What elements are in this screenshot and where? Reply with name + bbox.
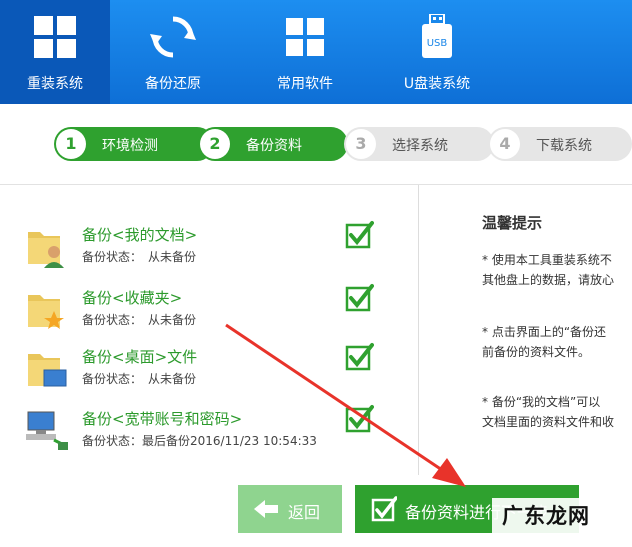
watermark-text: 广东龙网 — [492, 498, 600, 534]
usb-drive-icon: USB — [422, 14, 452, 58]
backup-checkbox[interactable] — [344, 283, 374, 313]
back-button[interactable]: 返回 — [238, 485, 342, 533]
step-number: 1 — [56, 129, 86, 159]
nav-tab-label: 常用软件 — [277, 76, 333, 92]
nav-tab-usb-install[interactable]: USB U盘装系统 — [382, 0, 492, 104]
backup-checkbox[interactable] — [344, 404, 374, 434]
backup-item-favorites: 备份<收藏夹> 备份状态： 从未备份 — [24, 283, 404, 343]
step-select-system: 3 选择系统 — [344, 127, 494, 161]
backup-item-status: 备份状态： 从未备份 — [82, 372, 197, 386]
step-backup-data: 2 备份资料 — [198, 127, 348, 161]
backup-checkbox[interactable] — [344, 220, 374, 250]
step-number: 4 — [490, 129, 520, 159]
step-label: 下载系统 — [536, 138, 592, 154]
step-environment-check: 1 环境检测 — [54, 127, 214, 161]
backup-item-status: 备份状态： 从未备份 — [82, 313, 197, 327]
backup-item-broadband-account: 备份<宽带账号和密码> 备份状态：最后备份2016/11/23 10:54:33 — [24, 404, 404, 464]
user-folder-icon — [28, 232, 64, 268]
panel-divider — [418, 185, 419, 475]
nav-tab-label: U盘装系统 — [403, 76, 471, 92]
step-label: 备份资料 — [246, 138, 302, 154]
backup-item-desktop: 备份<桌面>文件 备份状态： 从未备份 — [24, 342, 404, 402]
nav-tab-common-software[interactable]: 常用软件 — [250, 0, 360, 104]
backup-item-title: 备份<我的文档> — [82, 226, 198, 244]
tips-title: 温馨提示 — [482, 214, 543, 232]
nav-tab-label: 重装系统 — [27, 76, 83, 92]
backup-item-title: 备份<宽带账号和密码> — [82, 410, 243, 428]
step-download-system: 4 下载系统 — [488, 127, 632, 161]
step-number: 3 — [346, 129, 376, 159]
nav-tab-backup-restore[interactable]: 备份还原 — [118, 0, 228, 104]
step-label: 选择系统 — [392, 138, 448, 154]
back-button-label: 返回 — [288, 503, 321, 522]
checkbox-check-icon — [371, 496, 397, 522]
tip-text: * 备份“我的文档”可以 文档里面的资料文件和收 — [482, 395, 615, 429]
desktop-folder-icon — [28, 354, 67, 387]
backup-item-title: 备份<收藏夹> — [82, 289, 183, 307]
step-label: 环境检测 — [102, 138, 158, 154]
windows-logo-icon — [34, 16, 76, 58]
backup-item-status: 备份状态：最后备份2016/11/23 10:54:33 — [82, 434, 317, 448]
backup-item-status: 备份状态： 从未备份 — [82, 250, 197, 264]
favorites-folder-icon — [28, 295, 64, 329]
nav-tab-label: 备份还原 — [145, 76, 201, 92]
tip-text: * 点击界面上的“备份还 前备份的资料文件。 — [482, 325, 607, 359]
step-number: 2 — [200, 129, 230, 159]
top-navigation-bar: 重装系统 备份还原 常用软件 USB U盘装系统 — [0, 0, 632, 104]
nav-tab-reinstall-system[interactable]: 重装系统 — [0, 0, 110, 104]
tip-text: * 使用本工具重装系统不 其他盘上的数据，请放心 — [482, 253, 615, 287]
apps-grid-icon — [286, 18, 324, 56]
progress-steps: 1 环境检测 2 备份资料 3 选择系统 4 下载系统 — [0, 104, 632, 185]
backup-checkbox[interactable] — [344, 342, 374, 372]
backup-item-my-documents: 备份<我的文档> 备份状态： 从未备份 — [24, 220, 404, 280]
back-arrow-icon — [254, 500, 278, 518]
usb-badge-text: USB — [427, 38, 448, 49]
refresh-icon — [150, 16, 196, 58]
network-computer-icon — [26, 411, 68, 450]
backup-item-title: 备份<桌面>文件 — [82, 348, 198, 366]
